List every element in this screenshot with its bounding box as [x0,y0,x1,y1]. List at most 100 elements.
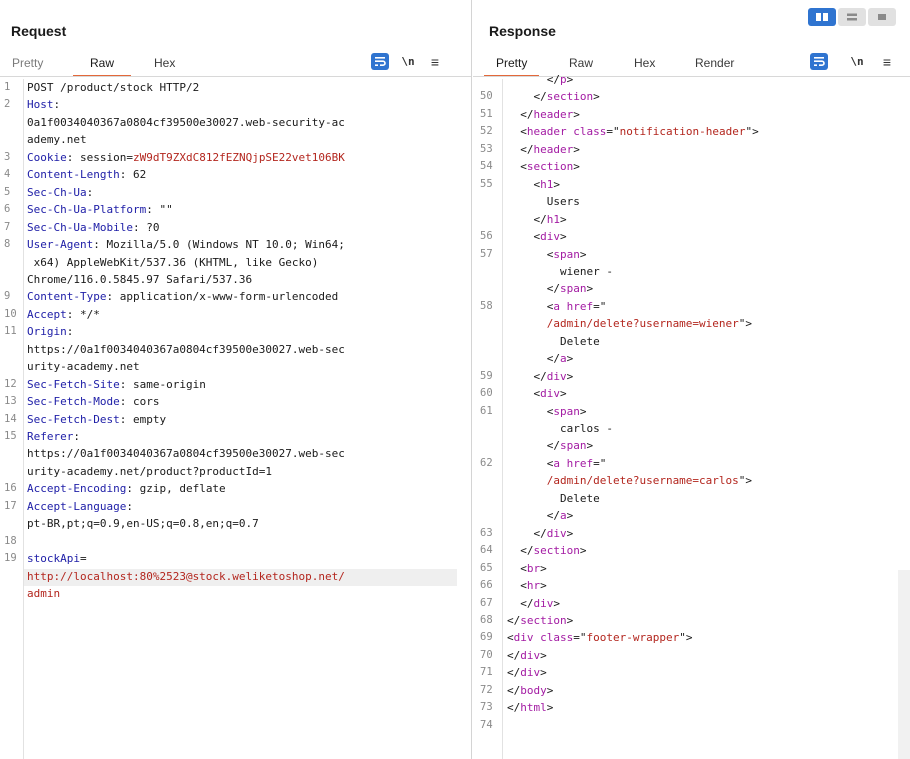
code-token: </ [507,526,547,540]
code-token: div [533,596,554,610]
code-token: br [526,561,541,575]
code-token: : [66,325,74,339]
code-line: </p> [507,73,574,86]
line-number: 72 [480,683,493,696]
code-token: https://0a1f0034040367a0804cf39500e30027… [27,447,345,461]
line-number: 3 [4,150,11,163]
code-token: > [560,230,567,244]
code-line: POST /product/stock HTTP/2 [27,81,199,94]
line-number: 73 [480,701,493,714]
code-token: > [573,107,580,121]
code-token: POST /product/stock HTTP/2 [27,81,200,94]
code-token: < [507,177,541,191]
line-number: 67 [480,596,493,609]
code-token: < [507,631,514,645]
code-token: Sec-Fetch-Dest [27,412,120,426]
line-number: 58 [480,299,493,312]
line-number: 13 [4,395,17,408]
code-token: =" [606,125,620,139]
request-tab-pretty[interactable]: Pretty [12,52,43,76]
line-number: 11 [4,325,17,338]
code-line: <section> [507,160,580,173]
response-tab-render[interactable]: Render [695,52,734,76]
code-token: : "" [146,203,173,217]
line-number: 16 [4,482,17,495]
wrap-glyph [814,57,825,66]
response-newline-toggle-button[interactable]: \n [847,53,867,71]
layout-side-by-side-icon[interactable] [808,8,836,26]
code-token: pt-BR,pt;q=0.9,en-US;q=0.8,en;q=0.7 [27,517,259,531]
code-token: Accept-Language [27,499,127,513]
code-line: </html> [507,701,553,714]
response-word-wrap-icon[interactable] [810,53,828,70]
response-gutter [502,79,503,759]
response-scrollbar[interactable] [898,570,910,759]
code-line: <header class="notification-header"> [507,125,758,139]
code-line: Accept-Language: [27,500,133,513]
code-token: < [507,387,541,401]
word-wrap-icon[interactable] [371,53,389,70]
code-token: hr [526,579,541,593]
code-line: Cookie: session=zW9dT9ZXdC812fEZNQjpSE22… [27,151,345,164]
code-token: span [559,439,587,453]
code-token: : */* [66,307,100,321]
line-number: 70 [480,648,493,661]
code-token: "> [738,474,753,488]
code-token: header [533,107,574,121]
code-token: > [546,701,554,715]
layout-top-bottom-icon[interactable] [838,8,866,26]
code-token: < [507,125,527,139]
code-token: > [586,282,594,296]
code-token: </ [507,509,560,523]
code-token: User-Agent [27,238,94,252]
newline-toggle-button[interactable]: \n [398,53,418,71]
code-token: notification-header [619,125,746,139]
request-menu-icon[interactable]: ≡ [425,53,445,71]
code-token: > [566,613,574,627]
code-token: Accept [27,307,67,321]
request-tab-raw[interactable]: Raw [72,52,132,77]
code-token: </ [507,282,560,296]
code-token: /admin/delete?username=carlos [507,474,739,488]
code-token: : [73,430,80,443]
line-number: 69 [480,631,493,644]
code-token: carlos - [507,422,613,435]
layout-tabs-icon[interactable] [868,8,896,26]
code-line: Content-Length: 62 [27,168,146,181]
code-token: </ [507,73,560,86]
code-token: Sec-Fetch-Site [27,377,120,391]
response-tab-hex[interactable]: Hex [634,52,655,76]
code-line: Sec-Ch-Ua-Mobile: ?0 [27,221,159,234]
line-number: 18 [4,534,17,547]
response-title: Response [489,23,556,39]
code-token: Sec-Ch-Ua-Platform [27,203,147,217]
code-token: urity-academy.net/product?productId=1 [27,464,273,478]
line-number: 5 [4,185,11,198]
request-panel: Request Pretty Raw Hex \n ≡ 1 POST /produ… [0,0,472,759]
code-token: Host [27,98,54,112]
code-line: Sec-Fetch-Dest: empty [27,413,166,426]
code-line: Sec-Ch-Ua-Platform: "" [27,203,173,216]
request-tab-hex[interactable]: Hex [154,52,175,76]
code-token: div [520,648,541,662]
code-line: carlos - [507,422,613,435]
code-line: </section> [507,90,599,103]
code-token: h1 [546,212,560,226]
code-line: /admin/delete?username=wiener"> [507,317,752,330]
code-token: zW9dT9ZXdC812fEZNQjpSE22vet106BK [132,150,345,164]
code-line: </div> [507,649,547,662]
line-number: 52 [480,125,493,138]
code-token: x64) AppleWebKit/537.36 (KHTML, like Gec… [27,255,319,269]
line-number: 60 [480,387,493,400]
code-line: http://localhost:80%2523@stock.weliketos… [27,570,345,583]
code-token: = [79,552,87,566]
request-gutter [23,79,24,759]
code-token: : [53,98,61,112]
code-line: </div> [507,527,573,540]
response-menu-icon[interactable]: ≡ [877,53,897,71]
code-token: Users [507,195,580,209]
code-token: </ [507,544,534,558]
code-token: > [540,666,547,680]
code-token: span [553,247,580,261]
code-line: <span> [507,247,587,261]
